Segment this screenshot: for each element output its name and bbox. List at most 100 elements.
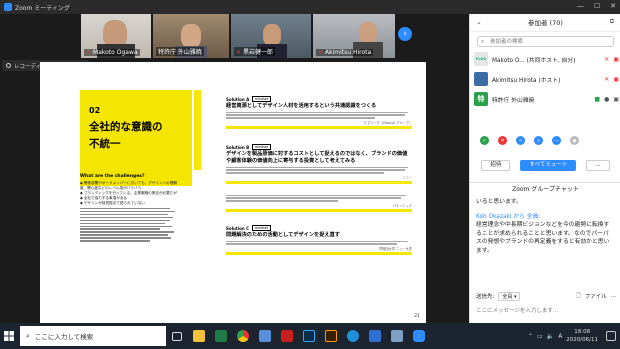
- taskbar: ⌕ ここに入力して検索 ⌃ ▭ 🔈 A 18:08 2020/06/11: [0, 323, 620, 349]
- app-icon[interactable]: [254, 323, 276, 349]
- chat-input[interactable]: ここにメッセージを入力します...: [476, 306, 616, 314]
- tile-name: Makoto Ogawa: [93, 49, 138, 56]
- close-button[interactable]: ✕: [610, 2, 616, 10]
- solution-b: Solution Bmindset デザインを製品原価に対するコストとして捉える…: [226, 144, 412, 185]
- task-view-icon[interactable]: [166, 323, 188, 349]
- title-block: 02 全社的な意識の 不統一: [80, 90, 192, 186]
- video-off-icon[interactable]: ▣: [613, 76, 619, 83]
- solution-c: Solution Cmindset 問題解決のための活動としてデザインを捉え直す…: [226, 225, 412, 256]
- muted-mic-icon[interactable]: ✕: [604, 76, 609, 83]
- video-tile-1[interactable]: ✕ Makoto Ogawa: [81, 14, 151, 58]
- solution-tag: mindset: [252, 144, 272, 150]
- participant-row[interactable]: Akimitsu Hirota (ホスト) ✕ ▣: [474, 70, 619, 88]
- participant-name: Makoto O... (共同ホスト, 自分): [492, 57, 576, 64]
- more-button[interactable]: ...: [586, 160, 610, 171]
- solution-title: デザインを製品原価に対するコストとして捉えるのではなく、ブランドの価値や顧客体験…: [226, 151, 408, 164]
- chat-title: Zoom グループチャット: [512, 186, 579, 193]
- section-number: 02: [89, 106, 101, 115]
- chat-sender: Koh Okazaki から 全員:: [476, 213, 541, 220]
- photoshop-icon[interactable]: [298, 323, 320, 349]
- popout-icon[interactable]: ⧉: [610, 18, 614, 26]
- reaction-row: ✓ ✕ « » ⋯ ◆: [480, 136, 579, 145]
- chrome-icon[interactable]: [232, 323, 254, 349]
- clock-date: 2020/06/11: [566, 337, 598, 343]
- acrobat-icon[interactable]: [276, 323, 298, 349]
- mic-icon[interactable]: ●: [604, 96, 609, 103]
- chat-message-text: 経営理念や中長期ビジョンなどを今の趨勢に転換することが求められることと思います。…: [476, 222, 610, 254]
- no-icon[interactable]: ✕: [498, 136, 507, 145]
- search-icon: ⌕: [26, 331, 30, 340]
- video-icon[interactable]: ▣: [613, 96, 619, 103]
- mail-icon[interactable]: [364, 323, 386, 349]
- volume-icon[interactable]: 🔈: [547, 333, 554, 340]
- avatar: [474, 72, 488, 86]
- muted-mic-icon: ✕: [236, 49, 242, 56]
- ime-icon[interactable]: A: [558, 333, 562, 340]
- avatar: 特: [474, 92, 488, 106]
- solution-source: パナソニック: [392, 204, 412, 209]
- tile-name: 特許庁 外山雅暁: [158, 49, 202, 56]
- faster-icon[interactable]: »: [534, 136, 543, 145]
- next-page-icon[interactable]: ›: [398, 27, 412, 41]
- file-icon[interactable]: 🗋: [576, 292, 580, 301]
- participant-row[interactable]: FLUG Makoto O... (共同ホスト, 自分) ✕ ▣: [474, 50, 619, 68]
- window-title: Zoom ミーティング: [15, 4, 70, 12]
- file-button[interactable]: ファイル: [585, 292, 607, 300]
- collapse-icon[interactable]: ⌄: [476, 18, 482, 26]
- photos-icon[interactable]: [386, 323, 408, 349]
- record-icon: [6, 63, 11, 68]
- more-reactions-icon[interactable]: ⋯: [552, 136, 561, 145]
- minimize-button[interactable]: —: [577, 2, 584, 10]
- zoom-window: Zoom ミーティング — ☐ ✕ ✕ Makoto Ogawa 特許庁 外山雅暁…: [0, 0, 620, 323]
- participants-title: 参加者 (70): [470, 14, 620, 32]
- yes-icon[interactable]: ✓: [480, 136, 489, 145]
- chat-header: Zoom グループチャット: [470, 182, 620, 196]
- chat-more-button[interactable]: ...: [611, 293, 616, 299]
- send-to-row: 送信先: 全員 ▾ 🗋 ファイル ...: [476, 291, 616, 301]
- notification-icon[interactable]: [606, 331, 616, 341]
- solution-label: Solution C: [226, 225, 250, 231]
- muted-mic-icon[interactable]: ✕: [604, 56, 609, 63]
- video-tile-3[interactable]: ✕ 黒岩健一郎: [231, 14, 311, 58]
- slower-icon[interactable]: «: [516, 136, 525, 145]
- avatar: FLUG: [474, 52, 488, 66]
- windows-start-icon[interactable]: [0, 323, 18, 349]
- solution-title: 経営資源としてデザイン人材を活用するという共通認識をつくる: [226, 103, 377, 109]
- edge-icon[interactable]: [342, 323, 364, 349]
- taskbar-search-input[interactable]: ⌕ ここに入力して検索: [20, 326, 166, 346]
- send-to-label: 送信先:: [476, 294, 495, 300]
- video-tile-4[interactable]: ✕ Akimitsu Hirota: [313, 14, 395, 58]
- solution-title: 問題解決のための活動としてデザインを捉え直す: [226, 232, 340, 238]
- chat-message-text: いると思います。: [476, 199, 522, 205]
- participant-name: Akimitsu Hirota (ホスト): [492, 77, 561, 84]
- participant-search-input[interactable]: ⌕ 参加者の検索: [477, 36, 614, 47]
- zoom-taskbar-icon[interactable]: [408, 323, 430, 349]
- title-bar: Zoom ミーティング — ☐ ✕: [0, 0, 620, 14]
- challenge-item: ◆ デザインが経営視点で語られていない: [80, 201, 145, 205]
- solution-tag: mindset: [252, 225, 271, 231]
- illustrator-icon[interactable]: [320, 323, 342, 349]
- participant-row[interactable]: 特 特許庁 外山雅暁 ■ ● ▣: [474, 90, 619, 108]
- system-tray: ⌃ ▭ 🔈 A 18:08 2020/06/11: [528, 323, 598, 349]
- network-icon[interactable]: ▭: [537, 333, 543, 340]
- solution-label: Solution A: [226, 96, 250, 102]
- share-icon[interactable]: ■: [594, 96, 600, 103]
- vertical-accent-bar: [194, 90, 201, 170]
- muted-mic-icon: ✕: [86, 49, 92, 56]
- video-off-icon[interactable]: ▣: [613, 56, 619, 63]
- invite-button[interactable]: 招待: [481, 160, 511, 171]
- challenges-heading: What are the challenges?: [80, 174, 145, 179]
- solution-source: ビズリーチ（Visional グループ）: [363, 121, 412, 126]
- clock[interactable]: 18:08 2020/06/11: [566, 328, 598, 344]
- maximize-button[interactable]: ☐: [594, 2, 600, 10]
- excel-icon[interactable]: [210, 323, 232, 349]
- clear-icon[interactable]: ◆: [570, 136, 579, 145]
- tray-chevron-icon[interactable]: ⌃: [528, 333, 533, 340]
- send-to-select[interactable]: 全員 ▾: [498, 291, 521, 301]
- video-tile-2[interactable]: 特許庁 外山雅暁: [153, 14, 229, 58]
- tile-name: Akimitsu Hirota: [325, 49, 372, 56]
- mute-all-button[interactable]: すべてミュート: [520, 160, 577, 171]
- page-number: 21: [414, 314, 420, 319]
- file-explorer-icon[interactable]: [188, 323, 210, 349]
- muted-mic-icon: ✕: [318, 49, 324, 56]
